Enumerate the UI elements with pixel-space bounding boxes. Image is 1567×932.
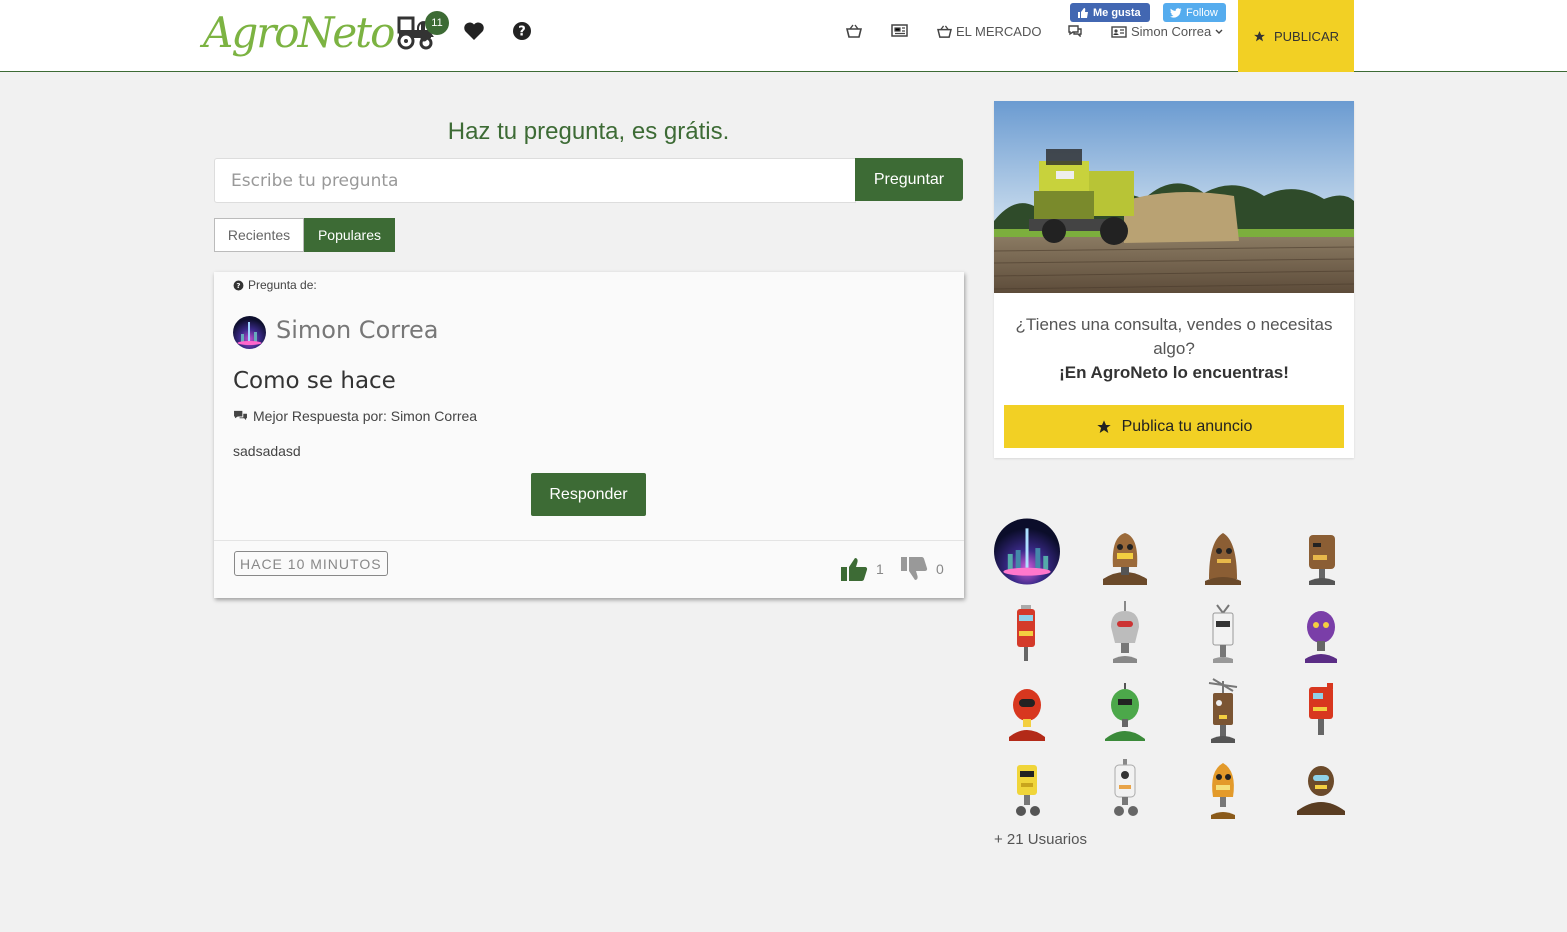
question-input[interactable]: Escribe tu pregunta [214, 158, 856, 203]
svg-text:?: ? [518, 25, 526, 40]
answer-text: sadsadasd [233, 443, 301, 459]
publicar-label: PUBLICAR [1273, 28, 1340, 44]
robot-red-avatar[interactable] [994, 599, 1060, 667]
harvester-field-image [994, 101, 1354, 293]
robot-brown-avatar[interactable] [1190, 677, 1256, 745]
publish-ad-button[interactable]: Publica tu anuncio [1004, 405, 1344, 448]
robot-red-avatar[interactable] [994, 677, 1060, 745]
chevron-down-icon [1215, 29, 1223, 34]
star-icon [1254, 30, 1265, 41]
thumbs-up-icon [841, 558, 868, 581]
tab-recientes[interactable]: Recientes [214, 218, 304, 252]
user-menu-label: Simon Correa [1131, 24, 1212, 39]
comments-icon [234, 410, 247, 421]
robot-brown-avatar[interactable] [1190, 523, 1256, 591]
twitter-follow-button[interactable]: Follow [1163, 3, 1226, 22]
id-card-icon [1111, 25, 1127, 38]
robot-brown-avatar[interactable] [1288, 755, 1354, 823]
ask-button[interactable]: Preguntar [855, 158, 963, 201]
agroneto-logo[interactable]: AgroNeto [203, 6, 435, 58]
robot-grey-avatar[interactable] [1092, 599, 1158, 667]
robot-white-avatar[interactable] [1190, 599, 1256, 667]
robot-yellow-avatar[interactable] [994, 755, 1060, 823]
robot-green-avatar[interactable] [1092, 677, 1158, 745]
publish-ad-label: Publica tu anuncio [1121, 417, 1253, 435]
tab-populares[interactable]: Populares [304, 218, 395, 252]
ad-card: ¿Tienes una consulta, vendes o necesitas… [994, 101, 1354, 458]
best-answer-line: Mejor Respuesta por: Simon Correa [233, 408, 477, 424]
robot-purple-avatar[interactable] [1288, 599, 1354, 667]
star-icon [1096, 419, 1111, 433]
reply-button[interactable]: Responder [531, 473, 646, 516]
user-menu-dropdown[interactable]: Simon Correa [1111, 24, 1223, 39]
ad-line1: ¿Tienes una consulta, vendes o necesitas… [1015, 315, 1333, 358]
question-circle-icon: ? [233, 280, 244, 290]
robot-brown-avatar[interactable] [1288, 523, 1354, 591]
nav-el-mercado[interactable]: EL MERCADO [937, 24, 1041, 39]
like-count: 1 [876, 561, 884, 577]
robot-red-avatar[interactable] [1288, 677, 1354, 745]
ad-line2: ¡En AgroNeto lo encuentras! [1059, 363, 1289, 382]
chat-nav-icon[interactable] [1067, 24, 1083, 37]
question-card: ? Pregunta de: Simon Correa Como se hace… [214, 272, 964, 598]
thumbs-up-icon [1078, 7, 1088, 18]
thumbs-down-icon [901, 557, 928, 580]
like-button[interactable]: 1 [840, 556, 884, 582]
heart-icon[interactable] [461, 18, 487, 44]
best-answer-label: Mejor Respuesta por: Simon Correa [253, 408, 478, 424]
facebook-like-button[interactable]: Me gusta [1070, 3, 1150, 22]
newspaper-nav-icon[interactable] [891, 24, 908, 37]
help-icon[interactable]: ? [509, 18, 535, 44]
facebook-like-label: Me gusta [1093, 6, 1141, 19]
notification-badge: 11 [425, 11, 449, 35]
robot-brown-avatar[interactable] [1092, 523, 1158, 591]
robot-orange-avatar[interactable] [1190, 755, 1256, 823]
robot-white-avatar[interactable] [1092, 755, 1158, 823]
user-avatar[interactable] [994, 517, 1060, 585]
twitter-follow-label: Follow [1186, 6, 1218, 19]
logo-text: AgroNeto [203, 7, 395, 57]
nav-el-mercado-label: EL MERCADO [956, 24, 1042, 39]
question-title[interactable]: Como se hace [233, 368, 396, 394]
users-grid [994, 517, 1354, 822]
time-badge: HACE 10 MINUTOS [234, 551, 388, 576]
dislike-button[interactable]: 0 [900, 556, 944, 582]
author-avatar[interactable] [233, 316, 266, 349]
top-header: AgroNeto 11 ? EL MERCADO Simon Correa Me… [0, 0, 1567, 72]
question-from: ? Pregunta de: [233, 278, 317, 292]
card-divider [214, 540, 964, 541]
basket-nav-icon[interactable] [846, 24, 862, 38]
more-users-link[interactable]: + 21 Usuarios [994, 831, 1087, 848]
question-from-label: Pregunta de: [248, 278, 317, 292]
ad-text: ¿Tienes una consulta, vendes o necesitas… [1014, 313, 1334, 385]
svg-text:?: ? [236, 280, 240, 289]
twitter-bird-icon [1170, 7, 1182, 18]
dislike-count: 0 [936, 561, 944, 577]
basket-icon [937, 25, 952, 38]
publicar-button[interactable]: PUBLICAR [1238, 0, 1354, 72]
ask-title: Haz tu pregunta, es grátis. [447, 118, 730, 145]
question-author[interactable]: Simon Correa [276, 316, 439, 344]
